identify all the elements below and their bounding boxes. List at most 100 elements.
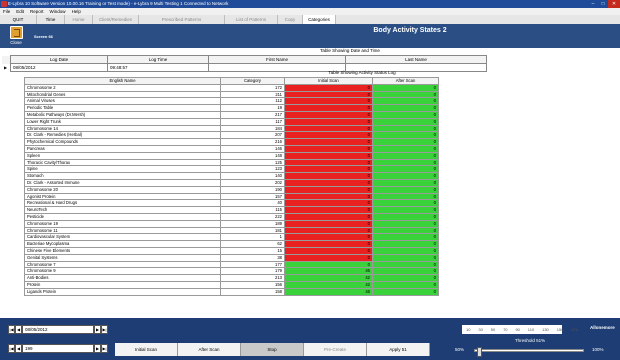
tab-quit[interactable]: QUIT xyxy=(0,15,37,24)
cell-after-scan: 0 xyxy=(372,97,439,106)
cell-initial-scan: 0 xyxy=(284,90,373,99)
table-row[interactable]: Chromosome 19 189 0 0 xyxy=(24,219,439,228)
table-row[interactable]: Protein 156 42 0 xyxy=(24,280,439,289)
table-row[interactable]: Chromosome 20 190 0 0 xyxy=(24,185,439,194)
cell-initial-scan: 0 xyxy=(284,246,373,255)
table-row[interactable]: Chinese Five Elements 15 0 0 xyxy=(24,246,439,255)
cell-category: 115 xyxy=(220,206,285,214)
tab-home[interactable]: Home xyxy=(65,15,93,24)
stop-button[interactable]: Stop xyxy=(241,343,304,356)
table-row[interactable]: Spleen 148 0 0 xyxy=(24,151,439,160)
table-row[interactable]: Mitochondrial Genes 211 0 0 xyxy=(24,90,439,99)
prev-icon[interactable]: ◀ xyxy=(15,325,22,334)
menu-edit[interactable]: Edit xyxy=(16,8,24,15)
table-row[interactable]: Phytochemical Compounds 216 0 0 xyxy=(24,138,439,146)
table-row[interactable]: Pesticide 222 0 0 xyxy=(24,212,439,221)
cell-english-name: Thoracic Cavity/Thorax xyxy=(24,158,221,167)
table-row[interactable]: Animal Viruses 112 0 0 xyxy=(24,97,439,106)
cell-category: 146 xyxy=(220,144,285,153)
after-scan-button[interactable]: After Scan xyxy=(178,343,241,356)
table-row[interactable]: Ligands Protein 158 46 0 xyxy=(24,287,439,296)
cell-after-scan: 0 xyxy=(372,138,439,146)
maximize-icon[interactable]: □ xyxy=(598,0,608,8)
table-row[interactable]: Spine 123 0 0 xyxy=(24,165,439,174)
cell-category: 181 xyxy=(220,226,285,235)
prev-index-icon[interactable]: ◀ xyxy=(15,344,22,353)
date-field[interactable]: 08/05/2012 xyxy=(22,325,94,334)
cell-log-time[interactable]: 09:48:57 xyxy=(107,63,209,72)
cell-after-scan: 0 xyxy=(372,280,439,289)
col-log-date: Log Date xyxy=(10,55,108,64)
table-row[interactable]: NeuroTech 115 0 0 xyxy=(24,206,439,214)
cell-category: 1 xyxy=(220,233,285,242)
table-row[interactable]: Anti-Bodies 213 42 0 xyxy=(24,274,439,282)
cell-initial-scan: 0 xyxy=(284,226,373,235)
cell-english-name: Dr. Clark - Remedies (Herbal) xyxy=(24,131,221,140)
close-window-icon[interactable]: ✕ xyxy=(608,0,620,8)
table-row[interactable]: Chromosome 2 172 0 0 xyxy=(24,83,439,92)
table-row[interactable]: Dr. Clark - Assorted Immune 202 0 0 xyxy=(24,178,439,187)
table-row[interactable]: Periodic Table 19 0 0 xyxy=(24,104,439,112)
table-row[interactable]: Chromosome 9 179 46 0 xyxy=(24,267,439,276)
table-row[interactable]: Pancreas 146 0 0 xyxy=(24,144,439,153)
cell-initial-scan: 0 xyxy=(284,104,373,112)
menu-window[interactable]: Window xyxy=(50,8,66,15)
initial-scan-button[interactable]: Initial Scan xyxy=(115,343,178,356)
last-icon[interactable]: ▶| xyxy=(101,325,108,334)
table-row[interactable]: Stomach 140 0 0 xyxy=(24,172,439,180)
next-icon[interactable]: ▶ xyxy=(94,325,101,334)
cell-english-name: Stomach xyxy=(24,172,221,180)
close-button[interactable]: Close xyxy=(4,25,28,47)
menu-help[interactable]: Help xyxy=(72,8,81,15)
cell-log-date[interactable]: 08/05/2012 xyxy=(10,63,108,72)
table-row[interactable]: Chromosome 7 177 0 0 xyxy=(24,260,439,269)
first-index-icon[interactable]: |◀ xyxy=(8,344,15,353)
last-index-icon[interactable]: ▶| xyxy=(101,344,108,353)
cell-english-name: Chromosome 20 xyxy=(24,185,221,194)
index-field[interactable]: 199 xyxy=(22,344,94,353)
cell-after-scan: 0 xyxy=(372,260,439,269)
minimize-icon[interactable]: – xyxy=(588,0,598,8)
table-row[interactable]: Agonist Protein 157 0 0 xyxy=(24,192,439,201)
next-index-icon[interactable]: ▶ xyxy=(94,344,101,353)
cell-initial-scan: 0 xyxy=(284,83,373,92)
cell-initial-scan: 0 xyxy=(284,199,373,208)
table-row[interactable]: Dr. Clark - Remedies (Herbal) 207 0 0 xyxy=(24,131,439,140)
cell-english-name: Bacteriae Mycoplasma xyxy=(24,240,221,248)
menu-file[interactable]: File xyxy=(3,8,10,15)
apply-button[interactable]: Apply 51 xyxy=(367,343,430,356)
first-icon[interactable]: |◀ xyxy=(8,325,15,334)
cell-initial-scan: 0 xyxy=(284,165,373,174)
col-initial-scan: Initial Scan xyxy=(284,77,373,85)
tab-categories[interactable]: Categories xyxy=(303,15,336,24)
slider-thumb[interactable] xyxy=(477,347,483,357)
cell-initial-scan: 0 xyxy=(284,97,373,106)
table-row[interactable]: Chromosome 14 184 0 0 xyxy=(24,124,439,133)
table-row[interactable]: Metabolic Pathways (Dr.Mersh) 217 0 0 xyxy=(24,110,439,119)
tab-list-of-patterns[interactable]: List of Patterns xyxy=(225,15,278,24)
status-table-body: Chromosome 2 172 0 0 Mitochondrial Genes 211 0… xyxy=(24,83,439,296)
table-row[interactable]: Bacteriae Mycoplasma 62 0 0 xyxy=(24,240,439,248)
threshold-slider[interactable] xyxy=(474,347,584,357)
table-row[interactable]: Recreational & Hard Drugs 40 0 0 xyxy=(24,199,439,208)
cell-category: 222 xyxy=(220,212,285,221)
cell-category: 202 xyxy=(220,178,285,187)
cell-after-scan: 0 xyxy=(372,117,439,126)
col-first-name: First Name xyxy=(208,55,346,64)
tab-client-remedies[interactable]: Client/Remedies xyxy=(93,15,139,24)
main-content: Log Date Log Time First Name Last Name ▶… xyxy=(2,55,618,318)
table-row[interactable]: Thoracic Cavity/Thorax 125 0 0 xyxy=(24,158,439,167)
table-row[interactable]: Chromosome 11 181 0 0 xyxy=(24,226,439,235)
tab-time[interactable]: Time xyxy=(37,15,65,24)
cell-after-scan: 0 xyxy=(372,178,439,187)
cell-after-scan: 0 xyxy=(372,90,439,99)
tab-copy[interactable]: Copy xyxy=(278,15,303,24)
menu-report[interactable]: Report xyxy=(30,8,44,15)
cell-initial-scan: 0 xyxy=(284,212,373,221)
table-row[interactable]: Lower Right Trunk 117 0 0 xyxy=(24,117,439,126)
pre-create-button[interactable]: Pre-Create xyxy=(304,343,367,356)
cell-english-name: Ligands Protein xyxy=(24,287,221,296)
table-row[interactable]: Genital Systems 38 0 0 xyxy=(24,253,439,262)
table-row[interactable]: Cardiovascular System 1 0 0 xyxy=(24,233,439,242)
tab-prescribed-patterns[interactable]: Prescribed Patterns xyxy=(139,15,225,24)
